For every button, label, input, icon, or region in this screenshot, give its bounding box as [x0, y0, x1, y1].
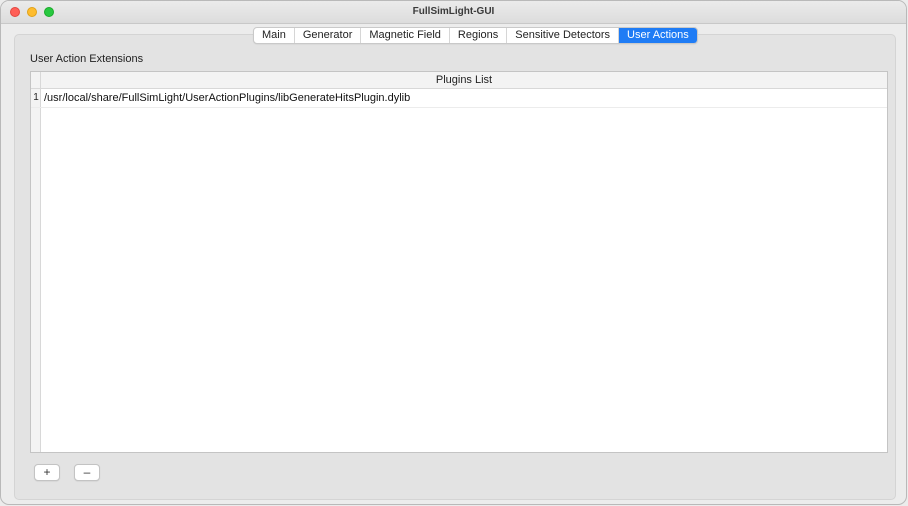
- tab-sensitive-detectors[interactable]: Sensitive Detectors: [507, 28, 620, 43]
- row-header-strip: [31, 89, 41, 452]
- title-bar: FullSimLight-GUI: [1, 1, 906, 24]
- row-number[interactable]: 1: [31, 89, 41, 108]
- section-title: User Action Extensions: [30, 53, 144, 65]
- tab-magnetic-field[interactable]: Magnetic Field: [361, 28, 450, 43]
- tab-regions[interactable]: Regions: [450, 28, 508, 43]
- table-row[interactable]: 1 /usr/local/share/FullSimLight/UserActi…: [31, 89, 887, 108]
- remove-plugin-button[interactable]: –: [74, 464, 100, 481]
- tab-generator[interactable]: Generator: [295, 28, 362, 43]
- plugins-table[interactable]: Plugins List 1 /usr/local/share/FullSimL…: [30, 71, 888, 453]
- plugin-path-cell[interactable]: /usr/local/share/FullSimLight/UserAction…: [44, 89, 410, 107]
- app-window: FullSimLight-GUI Main Generator Magnetic…: [0, 0, 907, 505]
- tab-user-actions[interactable]: User Actions: [619, 28, 697, 43]
- tab-main[interactable]: Main: [254, 28, 295, 43]
- table-corner[interactable]: [31, 72, 41, 89]
- column-header-plugins-list[interactable]: Plugins List: [41, 72, 887, 89]
- window-title: FullSimLight-GUI: [412, 6, 495, 17]
- add-plugin-button[interactable]: +: [34, 464, 60, 481]
- tab-bar: Main Generator Magnetic Field Regions Se…: [253, 27, 698, 44]
